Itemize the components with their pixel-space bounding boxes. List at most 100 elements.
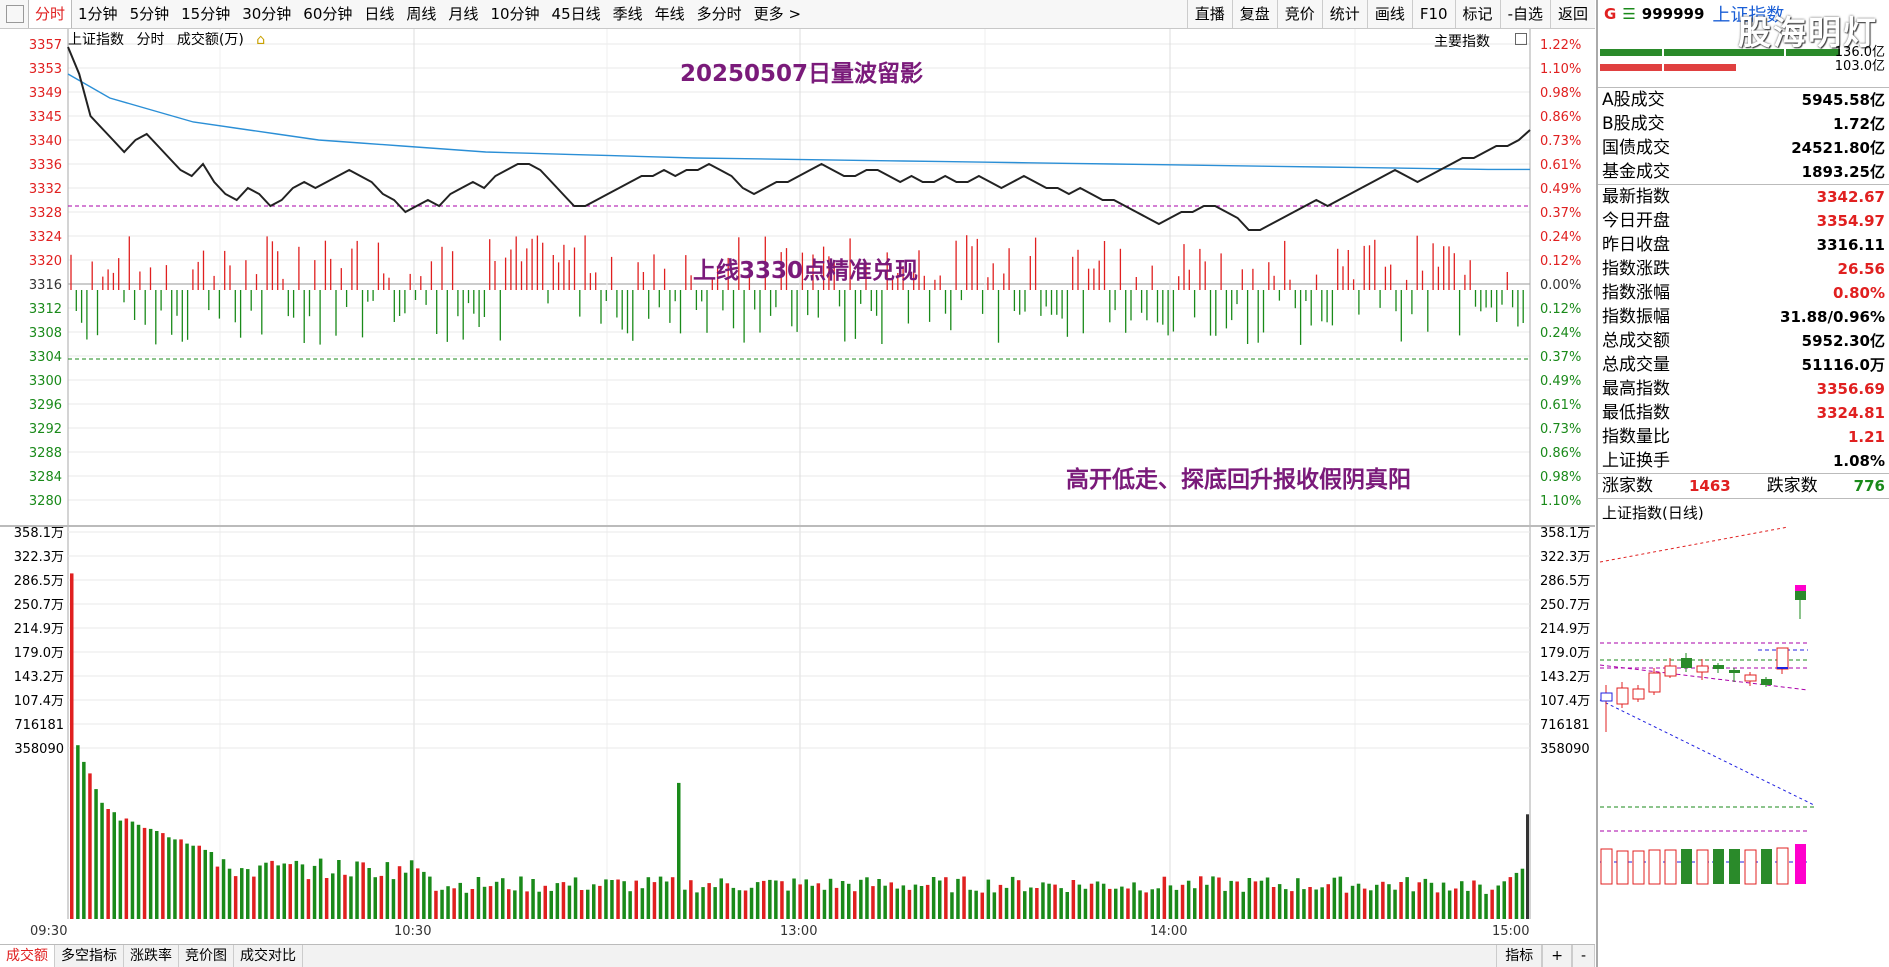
volume-bar	[592, 884, 596, 919]
volume-bar	[1472, 880, 1476, 919]
volume-bar	[549, 890, 553, 919]
indicator-tab[interactable]: 竞价图	[179, 945, 234, 967]
period-tab[interactable]: 周线	[400, 0, 442, 28]
volume-bar	[980, 892, 984, 919]
toolbar-button[interactable]: 统计	[1321, 0, 1367, 28]
bell-icon[interactable]: ⌂	[256, 32, 265, 48]
volume-bar	[397, 866, 402, 919]
y-tick-pct: 0.61%	[1540, 398, 1581, 413]
volume-bar	[901, 885, 906, 919]
y-tick-label: 3328	[29, 206, 62, 221]
volume-bar	[1466, 890, 1470, 919]
indicator-tab[interactable]: 成交对比	[234, 945, 303, 967]
volume-bar	[494, 881, 499, 919]
period-tab[interactable]: 日线	[358, 0, 400, 28]
quote-value: 3342.67	[1816, 188, 1885, 206]
menu-icon[interactable]: ☰	[1622, 5, 1635, 23]
volume-bar	[282, 863, 286, 919]
period-tab[interactable]: 年线	[649, 0, 691, 28]
period-tab[interactable]: 季线	[607, 0, 649, 28]
volume-bar	[992, 892, 997, 919]
quote-row: 指数振幅 31.88/0.96%	[1598, 305, 1889, 329]
volume-bar	[507, 889, 511, 919]
indicator-control[interactable]: +	[1542, 945, 1572, 967]
window-icon[interactable]	[6, 5, 24, 23]
quote-value: 3324.81	[1816, 404, 1885, 422]
toolbar-button[interactable]: 复盘	[1231, 0, 1277, 28]
toolbar-button[interactable]: 直播	[1186, 0, 1232, 28]
volume-bar	[173, 839, 177, 919]
volume-bar	[689, 880, 693, 919]
volume-bar	[1071, 880, 1076, 919]
volume-tick-label: 322.3万	[14, 550, 64, 565]
indicator-tab[interactable]: 多空指标	[55, 945, 124, 967]
volume-bar	[1180, 884, 1185, 919]
toolbar-button[interactable]: 标记	[1454, 0, 1500, 28]
volume-bar	[422, 871, 426, 919]
y-tick-pct: 0.24%	[1540, 230, 1581, 245]
period-tab[interactable]: 60分钟	[297, 0, 358, 28]
volume-tick-label-right: 107.4万	[1540, 694, 1590, 709]
period-tab[interactable]: 45日线	[546, 0, 607, 28]
toolbar-button[interactable]: 返回	[1549, 0, 1595, 28]
volume-bar	[768, 879, 772, 919]
indicator-control[interactable]: 指标	[1496, 945, 1543, 967]
right-toolbar: 直播 复盘 竞价 统计 画线 F10 标记 -自选 返回	[1186, 0, 1595, 28]
volume-bar	[252, 876, 256, 919]
y-tick-label: 3304	[29, 350, 62, 365]
period-tab[interactable]: 10分钟	[484, 0, 545, 28]
main-indicator-button[interactable]: 主要指数	[1434, 31, 1490, 51]
volume-bar	[1247, 878, 1252, 919]
y-tick-pct: 1.10%	[1540, 62, 1581, 77]
annotation-line-note: 上线3330点精准兑现	[693, 258, 919, 284]
volume-tick-label-right: 716181	[1540, 718, 1590, 733]
volume-bar	[227, 868, 232, 919]
quote-row: 最高指数 3356.69	[1598, 377, 1889, 401]
toolbar-button[interactable]: 画线	[1366, 0, 1412, 28]
volume-bar	[148, 828, 153, 919]
period-tab[interactable]: 15分钟	[175, 0, 236, 28]
volume-bar	[1284, 889, 1288, 919]
volume-bar	[1514, 872, 1519, 919]
period-tab[interactable]: 30分钟	[236, 0, 297, 28]
toolbar-button[interactable]: -自选	[1499, 0, 1550, 28]
volume-bar	[755, 882, 760, 919]
volume-bar	[646, 877, 651, 919]
volume-bar	[1241, 891, 1245, 919]
volume-bar	[707, 883, 711, 919]
volume-bar	[191, 845, 195, 919]
volume-bar	[1429, 882, 1434, 919]
period-tab[interactable]: 5分钟	[124, 0, 176, 28]
y-tick-label: 3300	[29, 374, 62, 389]
period-tab[interactable]: 分时	[28, 0, 73, 28]
x-tick-label: 15:00	[1492, 924, 1529, 939]
y-tick-label: 3312	[29, 302, 62, 317]
volume-bar	[1302, 889, 1306, 919]
indicator-tab[interactable]: 涨跌率	[124, 945, 179, 967]
volume-bar	[865, 877, 869, 919]
volume-bar	[913, 884, 918, 919]
volume-bar	[246, 869, 250, 919]
y-tick-pct: 0.98%	[1540, 470, 1581, 485]
volume-bar	[1265, 877, 1270, 919]
volume-tick-label-right: 214.9万	[1540, 622, 1590, 637]
volume-bar	[130, 821, 135, 919]
toolbar-button[interactable]: 竞价	[1276, 0, 1322, 28]
volume-bar	[1362, 888, 1367, 919]
volume-bar	[1332, 877, 1337, 919]
period-tab[interactable]: 月线	[442, 0, 484, 28]
volume-bar	[440, 889, 444, 919]
expand-icon[interactable]	[1515, 33, 1527, 45]
period-tab[interactable]: 更多 >	[748, 0, 807, 28]
volume-bar	[1271, 887, 1276, 919]
period-tab[interactable]: 1分钟	[72, 0, 124, 28]
quote-value: 3356.69	[1816, 380, 1885, 398]
quote-row: 基金成交 1893.25亿	[1598, 160, 1889, 184]
volume-bar	[1423, 878, 1428, 919]
y-tick-label: 3288	[29, 446, 62, 461]
indicator-tab[interactable]: 成交额	[0, 945, 55, 967]
toolbar-button[interactable]: F10	[1411, 0, 1455, 28]
indicator-control[interactable]: -	[1571, 945, 1595, 967]
period-tab[interactable]: 多分时	[691, 0, 748, 28]
volume-bar	[203, 849, 207, 919]
